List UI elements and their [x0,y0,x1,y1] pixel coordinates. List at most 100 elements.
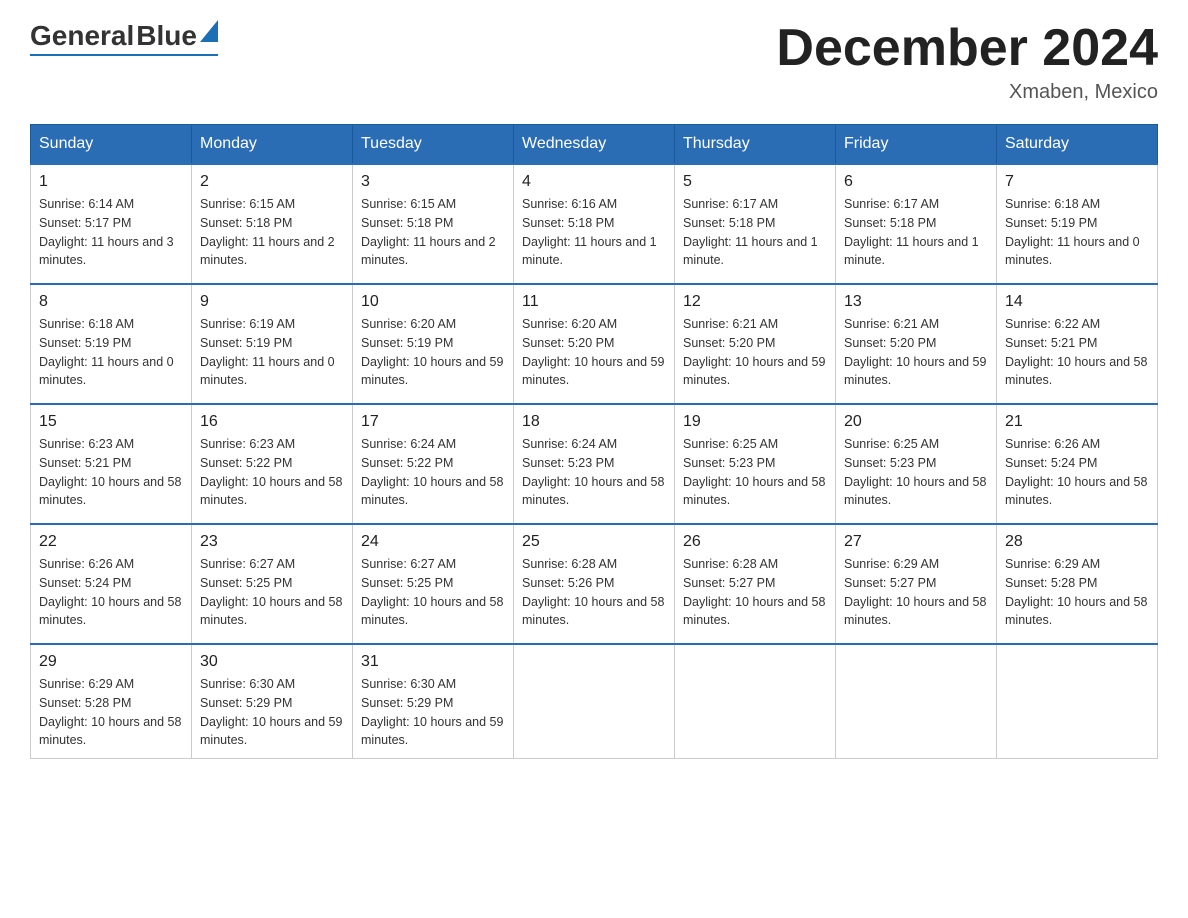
day-info: Sunrise: 6:29 AM Sunset: 5:28 PM Dayligh… [1005,555,1149,630]
page-header: General Blue December 2024 Xmaben, Mexic… [30,20,1158,104]
day-info: Sunrise: 6:26 AM Sunset: 5:24 PM Dayligh… [39,555,183,630]
day-number: 25 [522,533,666,551]
calendar-cell: 15 Sunrise: 6:23 AM Sunset: 5:21 PM Dayl… [31,404,192,524]
calendar-cell: 31 Sunrise: 6:30 AM Sunset: 5:29 PM Dayl… [353,644,514,759]
day-number: 4 [522,173,666,191]
day-number: 15 [39,413,183,431]
day-number: 14 [1005,293,1149,311]
day-info: Sunrise: 6:27 AM Sunset: 5:25 PM Dayligh… [361,555,505,630]
calendar-cell: 29 Sunrise: 6:29 AM Sunset: 5:28 PM Dayl… [31,644,192,759]
calendar-cell: 9 Sunrise: 6:19 AM Sunset: 5:19 PM Dayli… [192,284,353,404]
day-info: Sunrise: 6:29 AM Sunset: 5:27 PM Dayligh… [844,555,988,630]
logo-general-text: General [30,20,134,52]
day-info: Sunrise: 6:16 AM Sunset: 5:18 PM Dayligh… [522,195,666,270]
day-number: 5 [683,173,827,191]
calendar-cell: 4 Sunrise: 6:16 AM Sunset: 5:18 PM Dayli… [514,164,675,284]
calendar-cell: 19 Sunrise: 6:25 AM Sunset: 5:23 PM Dayl… [675,404,836,524]
day-info: Sunrise: 6:30 AM Sunset: 5:29 PM Dayligh… [361,675,505,750]
logo-blue-text: Blue [136,20,197,52]
logo-triangle-icon [200,20,218,42]
calendar-cell: 8 Sunrise: 6:18 AM Sunset: 5:19 PM Dayli… [31,284,192,404]
calendar-cell [514,644,675,759]
day-number: 16 [200,413,344,431]
calendar-cell: 23 Sunrise: 6:27 AM Sunset: 5:25 PM Dayl… [192,524,353,644]
weekday-header-thursday: Thursday [675,125,836,165]
day-number: 8 [39,293,183,311]
day-number: 31 [361,653,505,671]
calendar-cell: 24 Sunrise: 6:27 AM Sunset: 5:25 PM Dayl… [353,524,514,644]
calendar-cell [675,644,836,759]
day-info: Sunrise: 6:20 AM Sunset: 5:20 PM Dayligh… [522,315,666,390]
calendar-cell: 18 Sunrise: 6:24 AM Sunset: 5:23 PM Dayl… [514,404,675,524]
day-number: 17 [361,413,505,431]
day-info: Sunrise: 6:14 AM Sunset: 5:17 PM Dayligh… [39,195,183,270]
day-info: Sunrise: 6:29 AM Sunset: 5:28 PM Dayligh… [39,675,183,750]
day-info: Sunrise: 6:17 AM Sunset: 5:18 PM Dayligh… [683,195,827,270]
day-number: 28 [1005,533,1149,551]
calendar-cell [997,644,1158,759]
day-number: 2 [200,173,344,191]
day-info: Sunrise: 6:28 AM Sunset: 5:27 PM Dayligh… [683,555,827,630]
day-number: 29 [39,653,183,671]
day-info: Sunrise: 6:19 AM Sunset: 5:19 PM Dayligh… [200,315,344,390]
day-info: Sunrise: 6:20 AM Sunset: 5:19 PM Dayligh… [361,315,505,390]
day-number: 26 [683,533,827,551]
day-info: Sunrise: 6:23 AM Sunset: 5:21 PM Dayligh… [39,435,183,510]
day-number: 12 [683,293,827,311]
calendar-cell: 21 Sunrise: 6:26 AM Sunset: 5:24 PM Dayl… [997,404,1158,524]
calendar-cell: 11 Sunrise: 6:20 AM Sunset: 5:20 PM Dayl… [514,284,675,404]
day-number: 20 [844,413,988,431]
calendar-cell: 10 Sunrise: 6:20 AM Sunset: 5:19 PM Dayl… [353,284,514,404]
calendar-cell: 28 Sunrise: 6:29 AM Sunset: 5:28 PM Dayl… [997,524,1158,644]
day-number: 6 [844,173,988,191]
calendar-cell: 3 Sunrise: 6:15 AM Sunset: 5:18 PM Dayli… [353,164,514,284]
weekday-header-wednesday: Wednesday [514,125,675,165]
day-number: 10 [361,293,505,311]
day-number: 22 [39,533,183,551]
day-number: 18 [522,413,666,431]
weekday-header-sunday: Sunday [31,125,192,165]
logo: General Blue [30,20,218,56]
day-info: Sunrise: 6:18 AM Sunset: 5:19 PM Dayligh… [39,315,183,390]
calendar-week-row: 8 Sunrise: 6:18 AM Sunset: 5:19 PM Dayli… [31,284,1158,404]
calendar-cell: 7 Sunrise: 6:18 AM Sunset: 5:19 PM Dayli… [997,164,1158,284]
day-number: 11 [522,293,666,311]
calendar-cell: 17 Sunrise: 6:24 AM Sunset: 5:22 PM Dayl… [353,404,514,524]
day-info: Sunrise: 6:25 AM Sunset: 5:23 PM Dayligh… [683,435,827,510]
calendar-table: SundayMondayTuesdayWednesdayThursdayFrid… [30,124,1158,759]
weekday-header-friday: Friday [836,125,997,165]
day-number: 27 [844,533,988,551]
day-info: Sunrise: 6:28 AM Sunset: 5:26 PM Dayligh… [522,555,666,630]
day-number: 23 [200,533,344,551]
calendar-cell: 26 Sunrise: 6:28 AM Sunset: 5:27 PM Dayl… [675,524,836,644]
day-info: Sunrise: 6:17 AM Sunset: 5:18 PM Dayligh… [844,195,988,270]
calendar-cell: 27 Sunrise: 6:29 AM Sunset: 5:27 PM Dayl… [836,524,997,644]
calendar-cell: 12 Sunrise: 6:21 AM Sunset: 5:20 PM Dayl… [675,284,836,404]
day-info: Sunrise: 6:23 AM Sunset: 5:22 PM Dayligh… [200,435,344,510]
day-number: 3 [361,173,505,191]
month-title: December 2024 [776,20,1158,77]
calendar-cell: 13 Sunrise: 6:21 AM Sunset: 5:20 PM Dayl… [836,284,997,404]
day-number: 21 [1005,413,1149,431]
day-number: 9 [200,293,344,311]
day-number: 13 [844,293,988,311]
calendar-week-row: 22 Sunrise: 6:26 AM Sunset: 5:24 PM Dayl… [31,524,1158,644]
calendar-week-row: 29 Sunrise: 6:29 AM Sunset: 5:28 PM Dayl… [31,644,1158,759]
calendar-cell: 30 Sunrise: 6:30 AM Sunset: 5:29 PM Dayl… [192,644,353,759]
calendar-week-row: 1 Sunrise: 6:14 AM Sunset: 5:17 PM Dayli… [31,164,1158,284]
day-info: Sunrise: 6:21 AM Sunset: 5:20 PM Dayligh… [683,315,827,390]
day-info: Sunrise: 6:18 AM Sunset: 5:19 PM Dayligh… [1005,195,1149,270]
weekday-header-saturday: Saturday [997,125,1158,165]
day-number: 1 [39,173,183,191]
title-section: December 2024 Xmaben, Mexico [776,20,1158,104]
day-info: Sunrise: 6:25 AM Sunset: 5:23 PM Dayligh… [844,435,988,510]
day-info: Sunrise: 6:24 AM Sunset: 5:22 PM Dayligh… [361,435,505,510]
calendar-cell: 2 Sunrise: 6:15 AM Sunset: 5:18 PM Dayli… [192,164,353,284]
day-info: Sunrise: 6:15 AM Sunset: 5:18 PM Dayligh… [200,195,344,270]
calendar-cell: 14 Sunrise: 6:22 AM Sunset: 5:21 PM Dayl… [997,284,1158,404]
calendar-cell: 25 Sunrise: 6:28 AM Sunset: 5:26 PM Dayl… [514,524,675,644]
day-info: Sunrise: 6:15 AM Sunset: 5:18 PM Dayligh… [361,195,505,270]
calendar-week-row: 15 Sunrise: 6:23 AM Sunset: 5:21 PM Dayl… [31,404,1158,524]
day-number: 30 [200,653,344,671]
day-info: Sunrise: 6:27 AM Sunset: 5:25 PM Dayligh… [200,555,344,630]
